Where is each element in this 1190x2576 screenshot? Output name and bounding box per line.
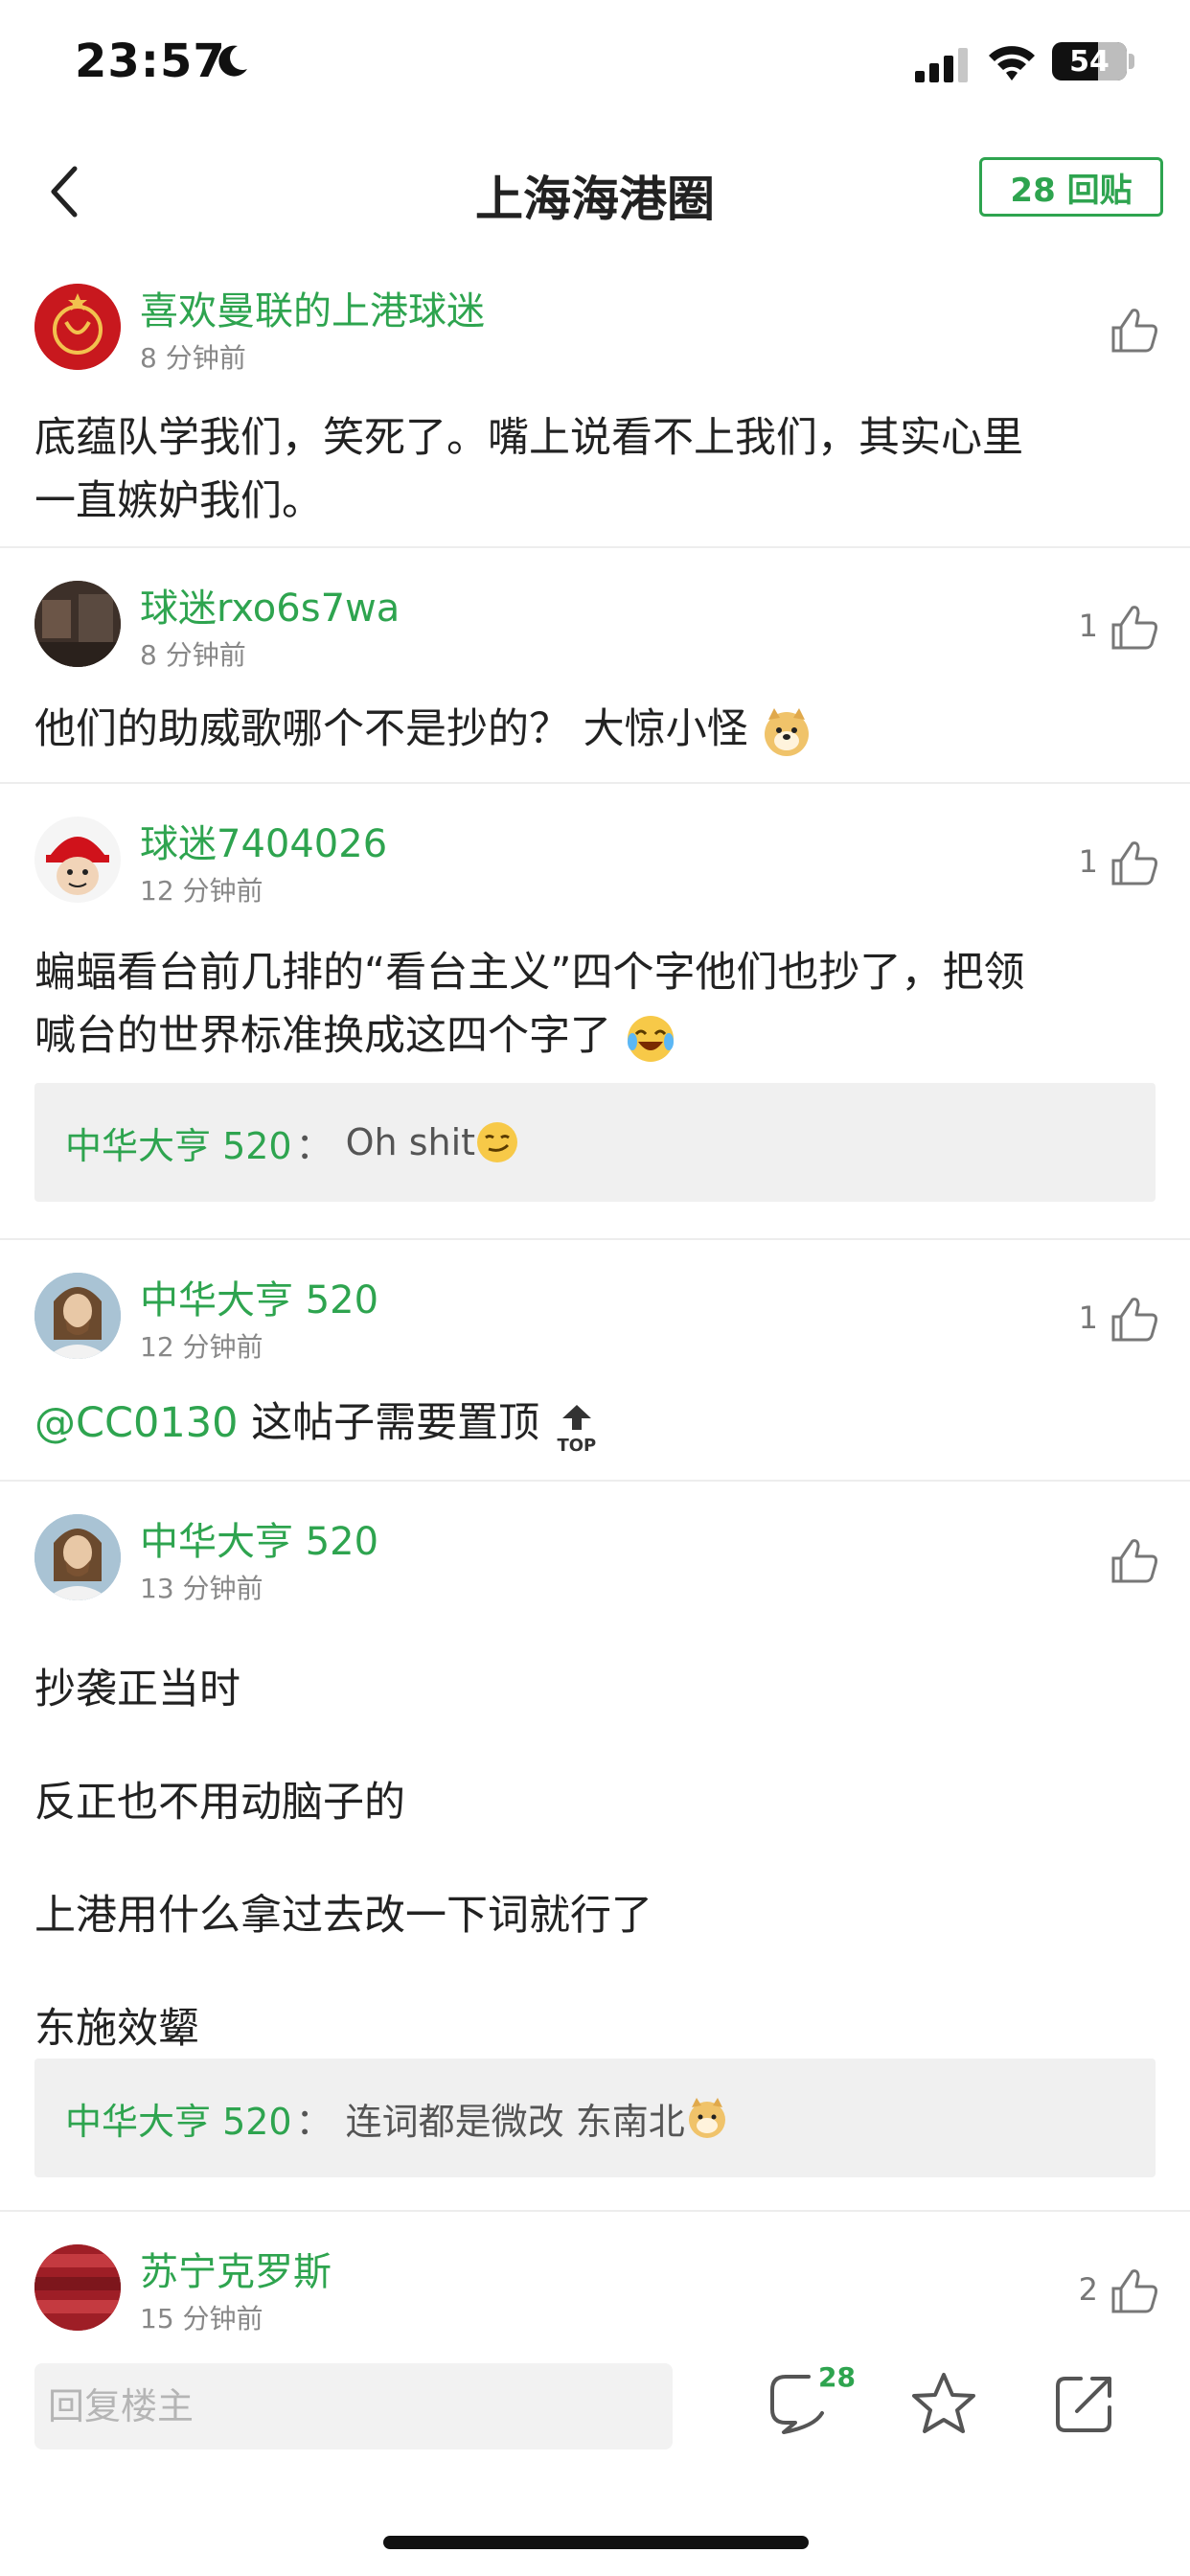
post-timestamp: 8 分钟前 (140, 342, 246, 374)
reply-input[interactable] (34, 2363, 673, 2450)
avatar-photo (34, 1514, 121, 1600)
comment-count-badge: 28 (818, 2361, 856, 2393)
post-item: 球迷7404026 12 分钟前 1 蝙蝠看台前几排的“看台主义”四个字他们也抄… (0, 811, 1190, 1232)
doge-emoji-icon (765, 707, 810, 756)
status-bar: 23:57 54 (0, 0, 1190, 134)
home-indicator (383, 2536, 809, 2549)
thumbs-up-icon[interactable] (1110, 1537, 1159, 1585)
post-item: 苏宁克罗斯 15 分钟前 2 (0, 2239, 1190, 2338)
battery-tip (1129, 54, 1134, 69)
share-icon[interactable] (1052, 2373, 1115, 2436)
quote-author[interactable]: 中华大亨 520 (65, 2092, 292, 2145)
post-body: 他们的助威歌哪个不是抄的？ 大惊小怪 (34, 698, 1156, 761)
post-line: 反正也不用动脑子的 (34, 1779, 405, 1827)
avatar[interactable] (34, 284, 121, 370)
post-line: 上港用什么拿过去改一下词就行了 (34, 1892, 652, 1940)
user-mention-link[interactable]: @CC0130 (34, 1399, 238, 1447)
post-timestamp: 12 分钟前 (140, 1331, 263, 1363)
club-crest-icon (34, 284, 121, 370)
like-count: 1 (1078, 608, 1098, 644)
divider (0, 782, 1190, 784)
post-item: 中华大亨 520 13 分钟前 抄袭正当时 反正也不用动脑子的 上港用什么拿过去… (0, 1508, 1190, 2187)
wifi-icon (989, 46, 1035, 80)
post-line: 喊台的世界标准换成这四个字了 (34, 1012, 611, 1060)
quote-author[interactable]: 中华大亨 520 (65, 1116, 292, 1169)
post-body: 抄袭正当时 反正也不用动脑子的 上港用什么拿过去改一下词就行了 东施效颦 (34, 1633, 1156, 2085)
quote-separator: ： (295, 1124, 332, 1167)
quote-text: 连词都是微改 东南北 (345, 2100, 685, 2143)
thumbs-up-icon[interactable] (1110, 307, 1159, 355)
thumbs-up-icon[interactable] (1110, 604, 1159, 652)
post-item: 中华大亨 520 12 分钟前 1 @CC0130 这帖子需要置顶 TOP (0, 1267, 1190, 1480)
post-line: 抄袭正当时 (34, 1666, 240, 1714)
post-body: @CC0130 这帖子需要置顶 TOP (34, 1392, 1156, 1455)
post-item: 球迷rxo6s7wa 8 分钟前 1 他们的助威歌哪个不是抄的？ 大惊小怪 (0, 575, 1190, 782)
avatar-photo (34, 1273, 121, 1359)
thumbs-up-icon[interactable] (1110, 1296, 1159, 1344)
post-line-with-emoji: 喊台的世界标准换成这四个字了 (34, 1004, 1156, 1068)
status-time: 23:57 (75, 34, 226, 88)
divider (0, 2210, 1190, 2212)
reply-count-button[interactable]: 28 回贴 (979, 157, 1163, 217)
up-arrow-icon (561, 1405, 591, 1430)
avatar-photo (34, 816, 121, 903)
post-line: 一直嫉妒我们。 (34, 477, 323, 525)
like-count: 2 (1078, 2271, 1098, 2308)
thumbs-up-icon[interactable] (1110, 840, 1159, 887)
post-line: 他们的助威歌哪个不是抄的？ 大惊小怪 (34, 705, 748, 753)
post-username[interactable]: 喜欢曼联的上港球迷 (140, 280, 485, 335)
quote-text: Oh shit (345, 1121, 476, 1163)
avatar[interactable] (34, 1514, 121, 1600)
smirk-emoji-icon (477, 1122, 518, 1162)
star-icon[interactable] (910, 2371, 977, 2436)
avatar[interactable] (34, 581, 121, 667)
post-body: 底蕴队学我们，笑死了。嘴上说看不上我们，其实心里 一直嫉妒我们。 (34, 406, 1156, 533)
post-line: 底蕴队学我们，笑死了。嘴上说看不上我们，其实心里 (34, 414, 1023, 462)
quoted-reply[interactable]: 中华大亨 520 ： Oh shit (34, 1083, 1156, 1202)
top-label: TOP (557, 1436, 597, 1456)
post-timestamp: 12 分钟前 (140, 875, 263, 907)
post-username[interactable]: 中华大亨 520 (140, 1510, 378, 1566)
post-username[interactable]: 球迷rxo6s7wa (140, 577, 400, 632)
moon-icon (218, 45, 247, 77)
avatar[interactable] (34, 816, 121, 903)
quoted-reply[interactable]: 中华大亨 520 ： 连词都是微改 东南北 (34, 2058, 1156, 2177)
doge-emoji-icon (688, 2098, 725, 2138)
avatar-photo (34, 581, 121, 667)
divider (0, 1480, 1190, 1482)
top-emoji: TOP (553, 1396, 601, 1455)
post-timestamp: 15 分钟前 (140, 2303, 263, 2334)
laughing-crying-emoji-icon (627, 1015, 674, 1062)
post-line: 蝙蝠看台前几排的“看台主义”四个字他们也抄了，把领 (34, 949, 1025, 997)
divider (0, 1238, 1190, 1240)
thumbs-up-icon[interactable] (1110, 2267, 1159, 2315)
divider (0, 546, 1190, 548)
post-timestamp: 13 分钟前 (140, 1573, 263, 1604)
avatar[interactable] (34, 1273, 121, 1359)
post-line: 这帖子需要置顶 (251, 1399, 540, 1447)
post-body: 蝙蝠看台前几排的“看台主义”四个字他们也抄了，把领 喊台的世界标准换成这四个字了 (34, 941, 1156, 1068)
post-username[interactable]: 苏宁克罗斯 (140, 2241, 332, 2296)
avatar-photo (34, 2244, 121, 2331)
quote-separator: ： (295, 2100, 332, 2143)
nav-bar: 上海海港圈 28 回贴 (0, 144, 1190, 240)
post-username[interactable]: 球迷7404026 (140, 813, 387, 868)
post-username[interactable]: 中华大亨 520 (140, 1269, 378, 1324)
battery-level: 54 (1069, 44, 1110, 79)
cellular-signal-icon (915, 48, 968, 82)
battery-indicator: 54 (1052, 42, 1127, 80)
post-item: 喜欢曼联的上港球迷 8 分钟前 底蕴队学我们，笑死了。嘴上说看不上我们，其实心里… (0, 278, 1190, 546)
like-count: 1 (1078, 843, 1098, 880)
post-timestamp: 8 分钟前 (140, 639, 246, 671)
avatar[interactable] (34, 2244, 121, 2331)
like-count: 1 (1078, 1300, 1098, 1336)
